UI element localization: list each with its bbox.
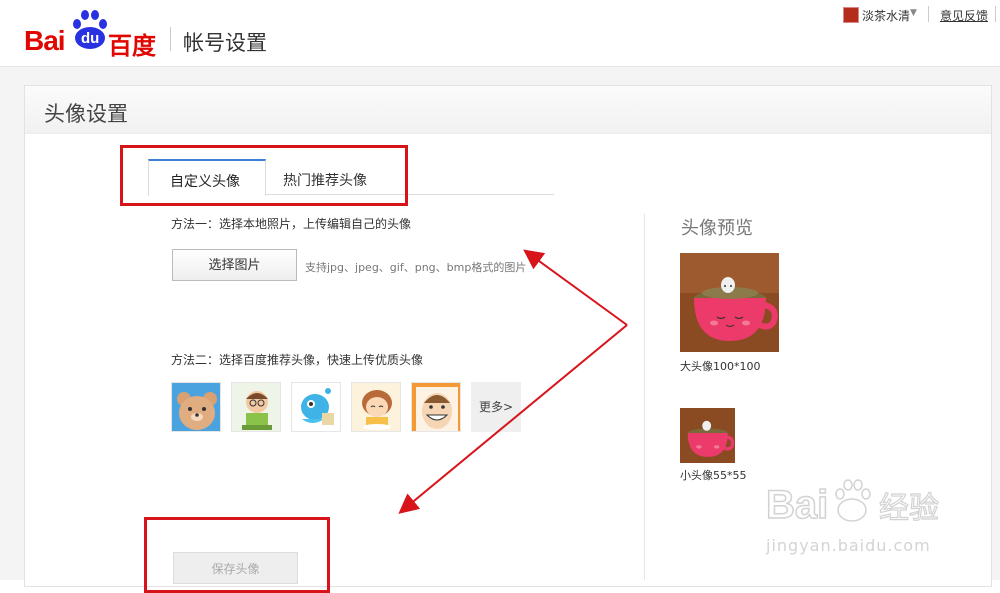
format-hint: 支持jpg、jpeg、gif、png、bmp格式的图片 [305, 261, 527, 274]
choose-image-button[interactable]: 选择图片 [172, 249, 297, 281]
small-avatar-preview [680, 408, 735, 463]
blue-fish-avatar[interactable] [291, 382, 341, 432]
large-avatar-preview [680, 253, 779, 352]
watermark-url: jingyan.baidu.com [766, 536, 931, 555]
girl-avatar[interactable] [351, 382, 401, 432]
baidu-logo[interactable]: Bai du 百度 [22, 9, 162, 60]
method-two-label: 方法二：选择百度推荐头像，快速上传优质头像 [171, 353, 424, 367]
svg-text:Bai: Bai [766, 483, 828, 527]
panel-header: 头像设置 [25, 86, 991, 134]
feedback-link[interactable]: 意见反馈 [940, 7, 988, 24]
small-avatar-caption: 小头像55*55 [680, 469, 747, 482]
svg-text:经验: 经验 [879, 491, 939, 526]
caret-down-icon[interactable]: ▼ [910, 8, 917, 18]
preview-title: 头像预览 [681, 218, 753, 239]
baidu-jingyan-watermark: Bai 经验 [766, 479, 940, 528]
preview-divider [644, 214, 645, 580]
user-avatar[interactable] [843, 7, 859, 23]
smiling-man-avatar[interactable] [411, 382, 461, 432]
bear-avatar[interactable] [171, 382, 221, 432]
man-glasses-avatar[interactable] [231, 382, 281, 432]
panel-title: 头像设置 [44, 102, 128, 126]
highlight-box-tabs [120, 145, 408, 206]
top-divider [928, 6, 929, 22]
logo-du-text: du [81, 30, 100, 47]
large-avatar-caption: 大头像100*100 [680, 360, 761, 373]
page-section-title: 帐号设置 [183, 31, 267, 55]
logo-bai-text: Bai [24, 25, 66, 56]
more-avatars-button[interactable]: 更多> [471, 382, 521, 432]
header-divider [170, 27, 171, 51]
username-link[interactable]: 淡茶水清 [862, 7, 910, 24]
highlight-box-save [144, 517, 330, 593]
top-divider-2 [995, 6, 996, 22]
method-one-label: 方法一：选择本地照片，上传编辑自己的头像 [171, 217, 412, 231]
top-header: Bai du 百度 帐号设置 淡茶水清 ▼ 意见反馈 [0, 0, 1000, 67]
logo-cn-text: 百度 [108, 32, 156, 60]
